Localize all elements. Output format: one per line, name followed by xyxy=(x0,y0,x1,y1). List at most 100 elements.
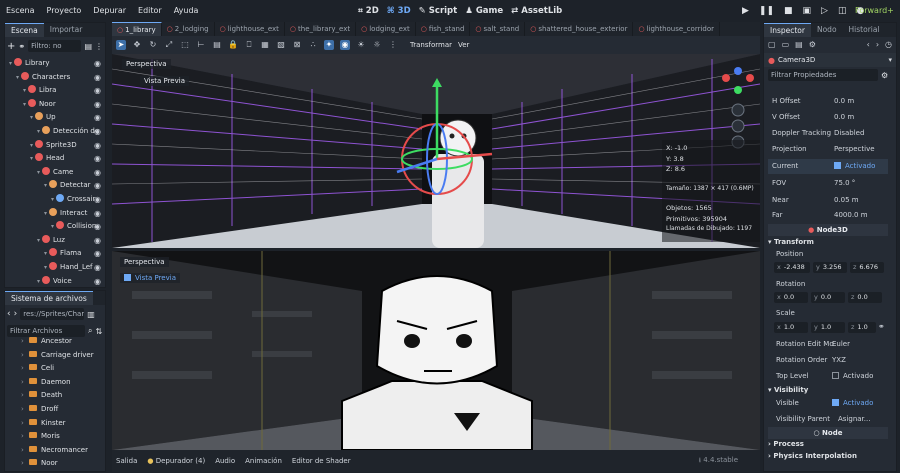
viewport-top-preview-toggle[interactable]: Vista Previa xyxy=(140,76,189,86)
new-resource-icon[interactable]: ▢ xyxy=(768,40,776,50)
rotate-tool-icon[interactable]: ↻ xyxy=(148,40,158,50)
folder-item[interactable]: › Daemon xyxy=(5,376,105,390)
remote-debug-icon[interactable]: ▣ xyxy=(803,6,812,16)
tab-inspector[interactable]: Inspector xyxy=(764,23,811,37)
inspector-property-value[interactable]: Activado xyxy=(834,159,875,174)
scale-x[interactable]: x 1.0 xyxy=(774,322,808,333)
rotation-order-select[interactable]: YXZ xyxy=(832,353,846,368)
expand-arrow-icon[interactable]: ▾ xyxy=(51,223,54,230)
expand-arrow-icon[interactable]: ▾ xyxy=(30,114,33,121)
tab-audio[interactable]: Audio xyxy=(215,457,235,465)
position-y[interactable]: y 3.256 xyxy=(813,262,847,273)
scene-node[interactable]: ▾ Libra ◉ xyxy=(5,84,105,98)
scale-y[interactable]: y 1.0 xyxy=(811,322,845,333)
rotation-y[interactable]: y 0.0 xyxy=(811,292,845,303)
expand-arrow-icon[interactable]: ▾ xyxy=(37,278,40,285)
physics-interpolation-section[interactable]: › Physics Interpolation xyxy=(768,450,888,463)
view-menu[interactable]: Ver xyxy=(458,41,469,49)
inspector-property-value[interactable]: 0.0 m xyxy=(834,110,854,125)
position-z[interactable]: z 6.676 xyxy=(850,262,884,273)
forward-icon[interactable]: › xyxy=(14,309,18,319)
expand-arrow-icon[interactable]: ▾ xyxy=(23,101,26,108)
visibility-eye-icon[interactable]: ◉ xyxy=(94,207,101,221)
scene-node[interactable]: ▾ Up ◉ xyxy=(5,111,105,125)
transform-menu[interactable]: Transformar xyxy=(410,41,452,49)
selectable-tool-icon[interactable]: ⬚ xyxy=(180,40,190,50)
workspace-script[interactable]: ✎ Script xyxy=(419,6,458,16)
visibility-eye-icon[interactable]: ◉ xyxy=(94,152,101,166)
visible-checkbox[interactable]: Activado xyxy=(832,396,873,411)
sun-icon[interactable]: ☼ xyxy=(372,40,382,50)
camera-override-icon[interactable]: ✦ xyxy=(324,40,334,50)
tab-nodo[interactable]: Nodo xyxy=(811,23,843,37)
scene-node[interactable]: ▾ Sprite3D ◉ xyxy=(5,139,105,153)
workspace-3d[interactable]: ⌘ 3D xyxy=(387,6,411,16)
scene-menu-icon[interactable]: ⋮ xyxy=(95,42,103,51)
play-custom-icon[interactable]: ◫ xyxy=(838,6,847,16)
top-level-checkbox[interactable]: Activado xyxy=(832,369,873,384)
visibility-eye-icon[interactable]: ◉ xyxy=(94,275,101,289)
visibility-eye-icon[interactable]: ◉ xyxy=(94,234,101,248)
scene-filter-input[interactable]: Filtro: no xyxy=(28,40,82,52)
ungroup-icon[interactable]: ▧ xyxy=(276,40,286,50)
visibility-eye-icon[interactable]: ◉ xyxy=(94,125,101,139)
inspector-property-value[interactable]: Perspective xyxy=(834,142,875,157)
folder-item[interactable]: › Noor xyxy=(5,457,105,471)
unlock-icon[interactable]: ⎕ xyxy=(244,40,254,50)
move-tool-icon[interactable]: ✥ xyxy=(132,40,142,50)
back-icon[interactable]: ‹ xyxy=(7,309,11,319)
menu-proyecto[interactable]: Proyecto xyxy=(41,0,88,22)
scene-tab[interactable]: ○ lighthouse_ext xyxy=(215,22,285,36)
folder-item[interactable]: › Droff xyxy=(5,403,105,417)
expand-arrow-icon[interactable]: ▾ xyxy=(37,237,40,244)
menu-ayuda[interactable]: Ayuda xyxy=(168,0,205,22)
local-space-icon[interactable]: ⊠ xyxy=(292,40,302,50)
expand-arrow-icon[interactable]: ▾ xyxy=(37,128,40,135)
scene-node[interactable]: ▾ Interact ◉ xyxy=(5,207,105,221)
rotation-x[interactable]: x 0.0 xyxy=(774,292,808,303)
next-icon[interactable]: › xyxy=(876,40,879,50)
folder-item[interactable]: › Necromancer xyxy=(5,444,105,458)
scale-tool-icon[interactable]: ⤢ xyxy=(164,40,174,50)
gizmo-icon[interactable]: ◉ xyxy=(340,40,350,50)
open-icon[interactable]: ▭ xyxy=(782,40,790,50)
scene-node[interactable]: ▾ Collision ◉ xyxy=(5,220,105,234)
scene-node[interactable]: ▾ Detectar ◉ xyxy=(5,179,105,193)
scene-node[interactable]: ▾ Hand_Lef ◉ xyxy=(5,261,105,275)
inspector-property-value[interactable]: 75.0 ° xyxy=(834,176,855,191)
scene-node[interactable]: ▾ Library ◉ xyxy=(5,57,105,71)
menu-escena[interactable]: Escena xyxy=(0,0,41,22)
more-icon[interactable]: ⋮ xyxy=(388,40,398,50)
snap-icon[interactable]: ∴ xyxy=(308,40,318,50)
expand-arrow-icon[interactable]: ▾ xyxy=(23,87,26,94)
tab-depurador[interactable]: ● Depurador (4) xyxy=(147,457,205,465)
select-tool-icon[interactable]: ➤ xyxy=(116,40,126,50)
viewport-top-perspective-menu[interactable]: Perspectiva xyxy=(122,59,171,69)
node3d-section-header[interactable]: ● Node3D xyxy=(768,224,888,236)
visibility-eye-icon[interactable]: ◉ xyxy=(94,220,101,234)
scene-node[interactable]: ▾ Head ◉ xyxy=(5,152,105,166)
list-select-icon[interactable]: ▤ xyxy=(212,40,222,50)
folder-item[interactable]: › Kinster xyxy=(5,417,105,431)
environment-icon[interactable]: ☀ xyxy=(356,40,366,50)
save-icon[interactable]: ▤ xyxy=(795,40,803,50)
visibility-eye-icon[interactable]: ◉ xyxy=(94,57,101,71)
rotation-edit-mode-select[interactable]: Euler xyxy=(832,337,850,352)
visibility-eye-icon[interactable]: ◉ xyxy=(94,247,101,261)
visibility-eye-icon[interactable]: ◉ xyxy=(94,166,101,180)
scene-node[interactable]: ▾ Detección de ◉ xyxy=(5,125,105,139)
viewport-bottom-perspective-menu[interactable]: Perspectiva xyxy=(120,257,169,267)
inspector-property-value[interactable]: 4000.0 m xyxy=(834,208,868,223)
folder-item[interactable]: › Carriage driver xyxy=(5,349,105,363)
group-icon[interactable]: ▦ xyxy=(260,40,270,50)
workspace-assetlib[interactable]: ⇄ AssetLib xyxy=(511,6,562,16)
visibility-eye-icon[interactable]: ◉ xyxy=(94,71,101,85)
visibility-eye-icon[interactable]: ◉ xyxy=(94,111,101,125)
scene-node[interactable]: ▾ Voice ◉ xyxy=(5,275,105,289)
folder-item[interactable]: › Ancestor xyxy=(5,335,105,349)
tab-escena[interactable]: Escena xyxy=(5,23,44,37)
tab-animacion[interactable]: Animación xyxy=(245,457,282,465)
viewport-bottom-preview-toggle[interactable]: Vista Previa xyxy=(120,273,180,283)
tab-filesystem[interactable]: Sistema de archivos xyxy=(5,291,93,305)
scene-tab[interactable]: ○ 2_lodging xyxy=(162,22,215,36)
